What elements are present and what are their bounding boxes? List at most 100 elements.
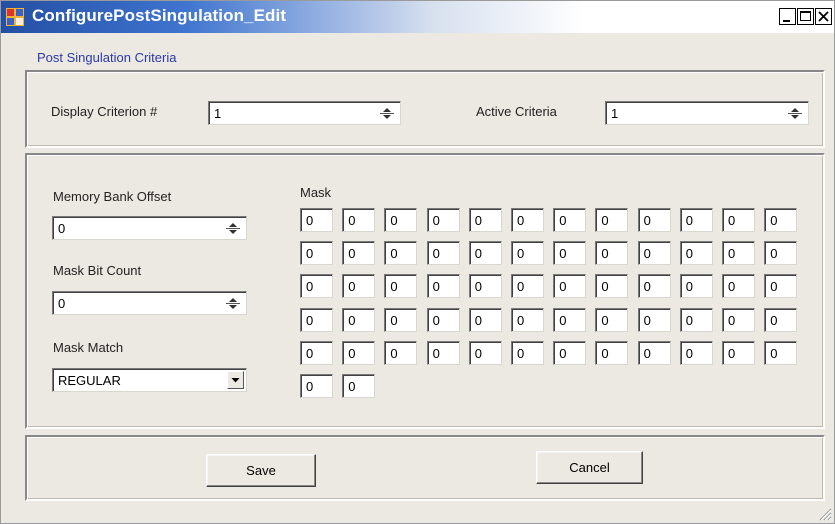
mask-cell[interactable]: 0 — [764, 307, 798, 332]
cancel-button[interactable]: Cancel — [536, 451, 643, 484]
mask-cell-value: 0 — [517, 312, 525, 328]
mask-cell-value: 0 — [306, 213, 314, 228]
mask-cell-value: 0 — [685, 213, 694, 228]
maximize-icon[interactable] — [797, 8, 814, 25]
mask-cell[interactable]: 0 — [722, 208, 755, 232]
mask-cell[interactable]: 0 — [300, 340, 333, 365]
active-criteria-label: Active Criteria — [476, 104, 557, 119]
mask-cell-value: 0 — [643, 279, 651, 295]
mask-cell[interactable]: 0 — [384, 208, 418, 232]
mask-match-value: REGULAR — [58, 373, 121, 388]
mask-cell[interactable]: 0 — [553, 241, 587, 266]
mask-cell[interactable]: 0 — [426, 340, 460, 365]
mask-cell[interactable]: 0 — [511, 340, 544, 365]
spinner-arrows-icon[interactable] — [788, 106, 802, 121]
mask-cell-value: 0 — [432, 213, 440, 228]
mask-cell[interactable]: 0 — [511, 208, 544, 232]
mask-cell[interactable]: 0 — [764, 274, 798, 299]
mask-cell[interactable]: 0 — [342, 241, 376, 266]
mask-cell[interactable]: 0 — [679, 208, 713, 232]
mask-cell[interactable]: 0 — [342, 274, 376, 299]
mask-cell-value: 0 — [601, 279, 609, 295]
mask-cell[interactable]: 0 — [679, 241, 713, 266]
mask-cell[interactable]: 0 — [595, 274, 629, 299]
memory-bank-offset-spinner[interactable]: 0 — [52, 216, 247, 240]
mask-cell[interactable]: 0 — [637, 340, 671, 365]
mask-cell[interactable]: 0 — [637, 208, 671, 232]
app-icon — [6, 8, 24, 26]
mask-cell[interactable]: 0 — [300, 208, 333, 232]
mask-cell-value: 0 — [685, 279, 694, 295]
mask-cell[interactable]: 0 — [722, 307, 755, 332]
mask-cell[interactable]: 0 — [511, 274, 544, 299]
mask-cell[interactable]: 0 — [553, 307, 587, 332]
title-bar[interactable]: ConfigurePostSingulation_Edit — [1, 1, 834, 33]
mask-cell[interactable]: 0 — [468, 307, 502, 332]
mask-cell-value: 0 — [601, 246, 609, 262]
mask-cell-value: 0 — [601, 312, 609, 328]
mask-cell[interactable]: 0 — [637, 274, 671, 299]
mask-cell[interactable]: 0 — [764, 340, 798, 365]
mask-cell[interactable]: 0 — [384, 307, 418, 332]
mask-cell[interactable]: 0 — [426, 241, 460, 266]
mask-cell[interactable]: 0 — [384, 274, 418, 299]
mask-cell[interactable]: 0 — [300, 307, 333, 332]
display-criterion-spinner[interactable]: 1 — [208, 101, 401, 125]
mask-cell[interactable]: 0 — [511, 241, 544, 266]
minimize-icon[interactable] — [779, 8, 796, 25]
close-icon[interactable] — [815, 8, 832, 25]
mask-bit-count-spinner[interactable]: 0 — [52, 291, 247, 315]
mask-cell[interactable]: 0 — [468, 340, 502, 365]
mask-cell[interactable]: 0 — [300, 274, 333, 299]
mask-cell[interactable]: 0 — [764, 208, 798, 232]
mask-cell[interactable]: 0 — [342, 374, 376, 398]
mask-cell[interactable]: 0 — [595, 307, 629, 332]
mask-cell[interactable]: 0 — [342, 208, 376, 232]
mask-cell-value: 0 — [559, 345, 567, 361]
mask-cell[interactable]: 0 — [468, 241, 502, 266]
mask-cell[interactable]: 0 — [468, 208, 502, 232]
mask-cell[interactable]: 0 — [426, 208, 460, 232]
mask-cell[interactable]: 0 — [595, 340, 629, 365]
mask-cell-value: 0 — [474, 246, 483, 262]
mask-cell[interactable]: 0 — [553, 340, 587, 365]
mask-cell[interactable]: 0 — [342, 340, 376, 365]
mask-cell[interactable]: 0 — [553, 208, 587, 232]
active-criteria-spinner[interactable]: 1 — [605, 101, 809, 125]
resize-grip-icon[interactable] — [816, 505, 832, 521]
mask-cell[interactable]: 0 — [468, 274, 502, 299]
mask-cell[interactable]: 0 — [679, 340, 713, 365]
mask-cell[interactable]: 0 — [722, 274, 755, 299]
spinner-arrows-icon[interactable] — [226, 221, 240, 236]
mask-cell[interactable]: 0 — [722, 340, 755, 365]
mask-cell-value: 0 — [348, 379, 356, 394]
mask-cell[interactable]: 0 — [426, 274, 460, 299]
mask-cell[interactable]: 0 — [384, 241, 418, 266]
button-group — [25, 435, 825, 501]
mask-cell-value: 0 — [643, 246, 651, 262]
mask-cell-value: 0 — [559, 312, 567, 328]
mask-cell[interactable]: 0 — [300, 374, 333, 398]
mask-cell-value: 0 — [348, 345, 356, 361]
mask-cell[interactable]: 0 — [595, 208, 629, 232]
mask-cell[interactable]: 0 — [553, 274, 587, 299]
mask-cell[interactable]: 0 — [679, 274, 713, 299]
spinner-arrows-icon[interactable] — [380, 106, 394, 121]
mask-cell[interactable]: 0 — [722, 241, 755, 266]
mask-cell[interactable]: 0 — [637, 241, 671, 266]
dropdown-button[interactable] — [227, 371, 244, 389]
mask-match-dropdown[interactable]: REGULAR — [52, 368, 247, 392]
mask-cell-value: 0 — [685, 246, 694, 262]
mask-cell[interactable]: 0 — [764, 241, 798, 266]
mask-cell[interactable]: 0 — [637, 307, 671, 332]
display-criterion-value: 1 — [214, 106, 222, 121]
mask-cell[interactable]: 0 — [511, 307, 544, 332]
save-button[interactable]: Save — [206, 454, 316, 487]
mask-cell[interactable]: 0 — [679, 307, 713, 332]
mask-cell[interactable]: 0 — [595, 241, 629, 266]
spinner-arrows-icon[interactable] — [226, 296, 240, 311]
mask-cell[interactable]: 0 — [426, 307, 460, 332]
mask-cell[interactable]: 0 — [342, 307, 376, 332]
mask-cell[interactable]: 0 — [384, 340, 418, 365]
mask-cell[interactable]: 0 — [300, 241, 333, 266]
